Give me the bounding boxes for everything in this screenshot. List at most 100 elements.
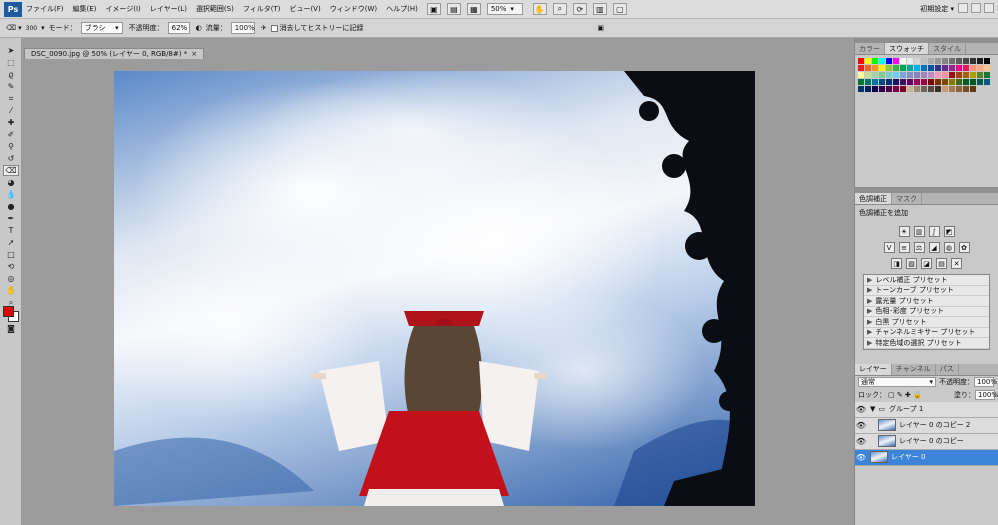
- selective-color-icon[interactable]: ✕: [951, 258, 962, 269]
- color-swatch[interactable]: [858, 86, 864, 92]
- color-swatch[interactable]: [935, 58, 941, 64]
- color-swatch[interactable]: [914, 79, 920, 85]
- workspace-switcher[interactable]: 初期設定 ▾: [920, 4, 954, 14]
- blend-mode-select[interactable]: 通常 ▾: [858, 377, 936, 387]
- color-swatch[interactable]: [942, 72, 948, 78]
- tablet-pressure-icon[interactable]: ▣: [597, 24, 604, 32]
- threshold-icon[interactable]: ◪: [921, 258, 932, 269]
- dodge-tool-icon[interactable]: ●: [3, 201, 19, 212]
- color-swatch[interactable]: [907, 58, 913, 64]
- color-swatch[interactable]: [963, 72, 969, 78]
- paint-bucket-tool-icon[interactable]: ◕: [3, 177, 19, 188]
- color-swatch[interactable]: [900, 79, 906, 85]
- fill-input[interactable]: 100%: [975, 390, 998, 400]
- color-swatch[interactable]: [886, 58, 892, 64]
- tab-swatches[interactable]: スウォッチ: [885, 43, 929, 54]
- color-swatch[interactable]: [977, 58, 983, 64]
- foreground-color-swatch[interactable]: [3, 306, 14, 317]
- photo-filter-icon[interactable]: ◍: [943, 242, 955, 253]
- color-swatch[interactable]: [935, 79, 941, 85]
- color-swatch[interactable]: [942, 86, 948, 92]
- color-swatch[interactable]: [928, 58, 934, 64]
- preset-hue-saturation[interactable]: ▶ 色相･彩度 プリセット: [864, 307, 989, 317]
- menu-filter[interactable]: フィルタ(T): [243, 4, 281, 14]
- color-swatch[interactable]: [872, 79, 878, 85]
- 3d-rotate-tool-icon[interactable]: ⟲: [3, 261, 19, 272]
- color-swatch[interactable]: [956, 58, 962, 64]
- type-tool-icon[interactable]: T: [3, 225, 19, 236]
- menu-layer[interactable]: レイヤー(L): [150, 4, 187, 14]
- arrange-documents-button[interactable]: ▥: [592, 3, 607, 15]
- blur-tool-icon[interactable]: 💧: [3, 189, 19, 200]
- erase-to-history-checkbox[interactable]: [270, 24, 278, 32]
- eraser-tool-icon[interactable]: ⌫: [3, 165, 19, 176]
- color-balance-icon[interactable]: ⚖: [913, 242, 925, 253]
- tab-paths[interactable]: パス: [936, 363, 959, 375]
- color-swatch[interactable]: [963, 86, 969, 92]
- zoom-level-select[interactable]: 50% ▾: [486, 3, 523, 15]
- color-swatch[interactable]: [949, 72, 955, 78]
- color-swatch[interactable]: [928, 65, 934, 71]
- color-swatch[interactable]: [872, 72, 878, 78]
- color-swatch[interactable]: [900, 86, 906, 92]
- color-swatch[interactable]: [886, 86, 892, 92]
- layer-opacity-input[interactable]: 100%: [974, 377, 997, 387]
- color-swatch[interactable]: [977, 79, 983, 85]
- 3d-orbit-tool-icon[interactable]: ◎: [3, 273, 19, 284]
- eye-icon[interactable]: 👁: [855, 453, 867, 462]
- eye-icon[interactable]: 👁: [855, 437, 867, 446]
- tab-adjustments[interactable]: 色調補正: [855, 193, 892, 204]
- tab-styles[interactable]: スタイル: [929, 43, 966, 54]
- opacity-input[interactable]: 62%: [167, 22, 190, 34]
- layer-row-selected[interactable]: 👁 レイヤー 0: [855, 449, 998, 466]
- black-white-icon[interactable]: ◢: [928, 242, 940, 253]
- color-swatch[interactable]: [886, 79, 892, 85]
- close-button[interactable]: [984, 3, 994, 13]
- preset-selective-color[interactable]: ▶ 特定色域の選択 プリセット: [864, 338, 989, 349]
- tab-channels[interactable]: チャンネル: [892, 363, 936, 375]
- hand-tool-icon[interactable]: ✋: [3, 285, 19, 296]
- group-expand-icon[interactable]: ▼: [870, 405, 875, 413]
- mini-bridge-button[interactable]: ▤: [446, 3, 461, 15]
- color-swatch[interactable]: [872, 86, 878, 92]
- color-swatch[interactable]: [893, 72, 899, 78]
- color-swatch[interactable]: [879, 86, 885, 92]
- color-swatch[interactable]: [865, 58, 871, 64]
- hand-tool-button[interactable]: ✋: [532, 3, 547, 15]
- color-swatch[interactable]: [949, 79, 955, 85]
- crop-tool-icon[interactable]: ⌗: [3, 93, 19, 104]
- color-swatch[interactable]: [893, 79, 899, 85]
- menu-view[interactable]: ビュー(V): [289, 4, 320, 14]
- menu-select[interactable]: 選択範囲(S): [196, 4, 234, 14]
- quick-mask-icon[interactable]: ◙: [3, 323, 19, 334]
- color-swatch[interactable]: [921, 72, 927, 78]
- color-swatch[interactable]: [970, 58, 976, 64]
- color-swatch[interactable]: [872, 58, 878, 64]
- pen-tool-icon[interactable]: ✒: [3, 213, 19, 224]
- color-swatch[interactable]: [914, 86, 920, 92]
- healing-brush-tool-icon[interactable]: ✚: [3, 117, 19, 128]
- brush-size[interactable]: 300: [26, 25, 37, 32]
- layer-row[interactable]: 👁 レイヤー 0 のコピー: [855, 433, 998, 450]
- marquee-tool-icon[interactable]: ⬚: [3, 57, 19, 68]
- color-swatch[interactable]: [956, 65, 962, 71]
- color-swatch[interactable]: [977, 65, 983, 71]
- color-swatch[interactable]: [879, 58, 885, 64]
- color-swatch[interactable]: [963, 79, 969, 85]
- pressure-opacity-icon[interactable]: ◐: [196, 24, 202, 32]
- shape-tool-icon[interactable]: □: [3, 249, 19, 260]
- color-swatch[interactable]: [942, 65, 948, 71]
- color-swatch[interactable]: [900, 58, 906, 64]
- color-swatch[interactable]: [956, 79, 962, 85]
- color-swatch[interactable]: [970, 65, 976, 71]
- posterize-icon[interactable]: ▧: [906, 258, 917, 269]
- color-swatch[interactable]: [935, 72, 941, 78]
- color-swatch[interactable]: [893, 65, 899, 71]
- zoom-tool-button[interactable]: ⌕: [552, 3, 567, 15]
- color-swatch[interactable]: [907, 86, 913, 92]
- color-swatch[interactable]: [907, 65, 913, 71]
- color-swatch[interactable]: [935, 86, 941, 92]
- color-swatch[interactable]: [956, 72, 962, 78]
- document-tab[interactable]: DSC_0090.jpg @ 50% (レイヤー 0, RGB/8#) * ×: [24, 48, 205, 59]
- tab-masks[interactable]: マスク: [892, 193, 922, 204]
